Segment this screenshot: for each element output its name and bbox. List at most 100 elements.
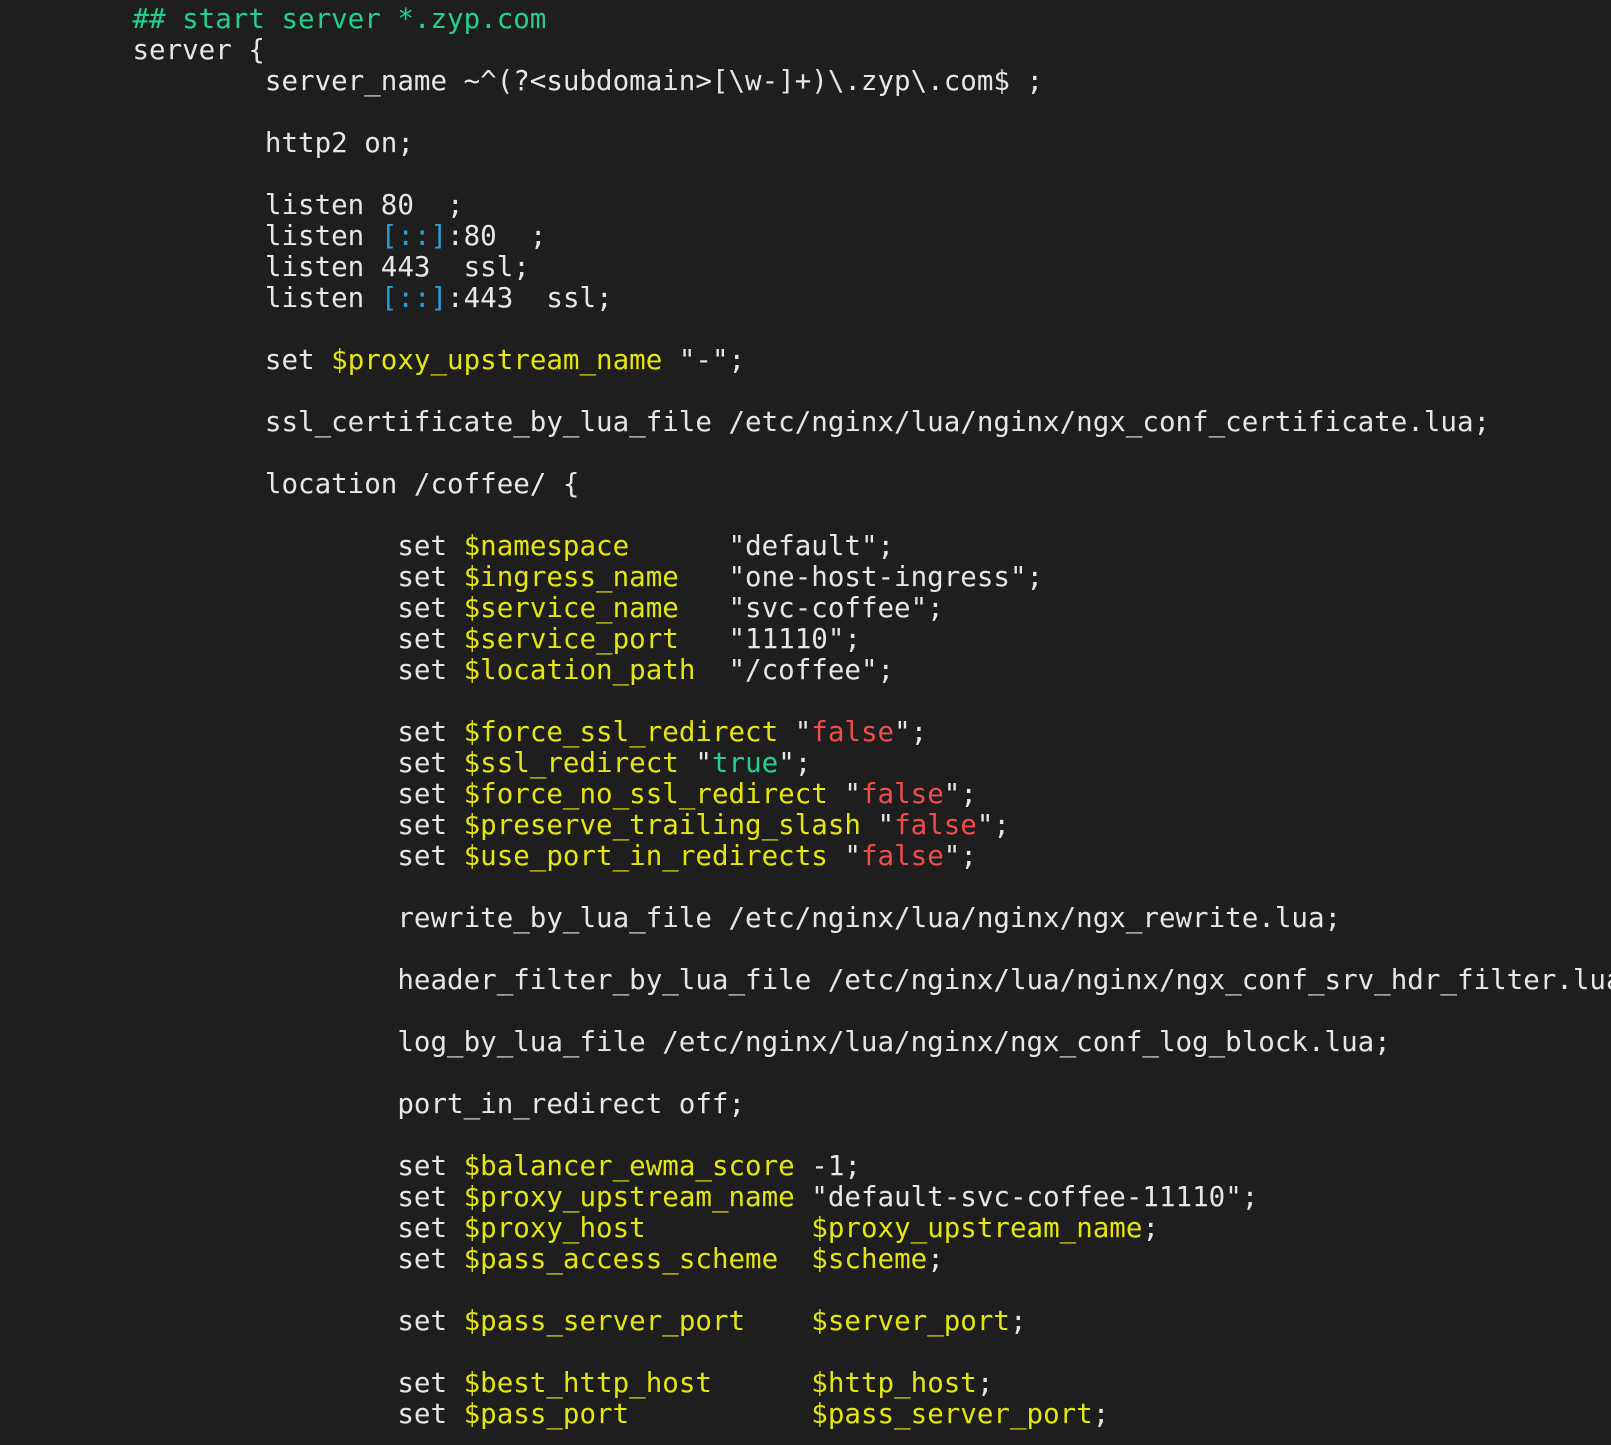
code-token-plain: header_filter_by_lua_file /etc/nginx/lua… [0,964,1611,996]
code-token-variable: $http_host [811,1367,977,1399]
code-token-ipv6: [::] [380,282,448,314]
code-token-plain: set [0,1181,464,1213]
code-token-variable: $pass_server_port [463,1305,746,1337]
code-token-plain: rewrite_by_lua_file /etc/nginx/lua/nginx… [0,902,1342,934]
code-line: set $proxy_host $proxy_upstream_name; [0,1213,1611,1244]
code-token-plain: " [778,716,812,748]
code-token-false: false [894,809,977,841]
code-line: rewrite_by_lua_file /etc/nginx/lua/nginx… [0,903,1611,934]
code-token-plain: set [0,716,464,748]
code-token-plain: ; [1009,1305,1027,1337]
code-token-false: false [811,716,895,748]
code-token-variable: $force_ssl_redirect [463,716,779,748]
code-token-variable: $preserve_trailing_slash [463,809,861,841]
code-token-variable: $pass_server_port [811,1398,1093,1430]
code-token-plain: port_in_redirect off; [0,1088,746,1120]
code-token-plain: set [0,344,332,376]
code-token-plain: "; [778,747,812,779]
code-token-variable: $ssl_redirect [463,747,679,779]
code-token-plain: "; [976,809,1010,841]
code-token-plain: listen [0,282,381,314]
code-token-plain: set [0,809,464,841]
code-line: listen 80 ; [0,190,1611,221]
code-token-plain: "; [943,840,977,872]
code-token-true: true [711,747,779,779]
code-line: listen [::]:80 ; [0,221,1611,252]
code-line: set $pass_port $pass_server_port; [0,1399,1611,1430]
code-line: set $namespace "default"; [0,531,1611,562]
code-token-plain: :80 ; [447,220,547,252]
code-token-plain: "; [943,778,977,810]
code-line: listen 443 ssl; [0,252,1611,283]
code-line: listen [::]:443 ssl; [0,283,1611,314]
code-token-plain: " [827,840,861,872]
code-token-plain: set [0,1150,464,1182]
code-token-variable: $scheme [811,1243,928,1275]
code-token-variable: $server_port [811,1305,1010,1337]
code-token-variable: $force_no_ssl_redirect [463,778,828,810]
code-token-plain: set [0,1305,464,1337]
code-token-variable: $pass_access_scheme [463,1243,779,1275]
code-token-variable: $pass_port [463,1398,630,1430]
code-line: log_by_lua_file /etc/nginx/lua/nginx/ngx… [0,1027,1611,1058]
code-token-variable: $proxy_upstream_name [811,1212,1143,1244]
code-line: header_filter_by_lua_file /etc/nginx/lua… [0,965,1611,996]
code-token-plain: "svc-coffee"; [678,592,944,624]
code-line: set $pass_server_port $server_port; [0,1306,1611,1337]
code-line: set $force_no_ssl_redirect "false"; [0,779,1611,810]
code-line: set $service_name "svc-coffee"; [0,593,1611,624]
code-token-plain: listen 443 ssl; [0,251,530,283]
code-token-plain: " [678,747,712,779]
code-line: http2 on; [0,128,1611,159]
code-token-plain: listen 80 ; [0,189,464,221]
code-token-plain: "default"; [629,530,895,562]
code-token-plain: " [827,778,861,810]
code-token-plain: "11110"; [678,623,861,655]
code-token-plain: " [860,809,895,841]
code-token-plain: set [0,1243,464,1275]
code-token-plain: set [0,840,464,872]
code-token-plain: listen [0,220,381,252]
code-token-plain: ; [1092,1398,1110,1430]
code-line: set $use_port_in_redirects "false"; [0,841,1611,872]
code-line: server { [0,35,1611,66]
code-token-plain: set [0,1367,464,1399]
code-token-plain: set [0,1212,464,1244]
code-token-variable: $ingress_name [463,561,679,593]
code-token-plain: ; [976,1367,994,1399]
code-token-false: false [860,840,944,872]
code-token-plain: server_name ~^(?<subdomain>[\w-]+)\.zyp\… [0,65,1044,97]
code-token-plain: http2 on; [0,127,414,159]
code-token-comment: ## start server *.zyp.com [0,3,547,35]
terminal-window[interactable]: ## start server *.zyp.com server { serve… [0,0,1611,1445]
code-token-ipv6: [::] [380,220,448,252]
code-token-plain: set [0,654,464,686]
code-line: set $ingress_name "one-host-ingress"; [0,562,1611,593]
code-token-plain: "-"; [662,344,746,376]
code-line: set $proxy_upstream_name "default-svc-co… [0,1182,1611,1213]
code-token-variable: $namespace [463,530,630,562]
code-token-plain: "; [894,716,928,748]
code-token-plain: location /coffee/ { [0,468,580,500]
code-token-plain: set [0,1398,464,1430]
code-token-plain: ; [1142,1212,1159,1244]
code-token-variable: $proxy_upstream_name [463,1181,795,1213]
code-line: set $service_port "11110"; [0,624,1611,655]
